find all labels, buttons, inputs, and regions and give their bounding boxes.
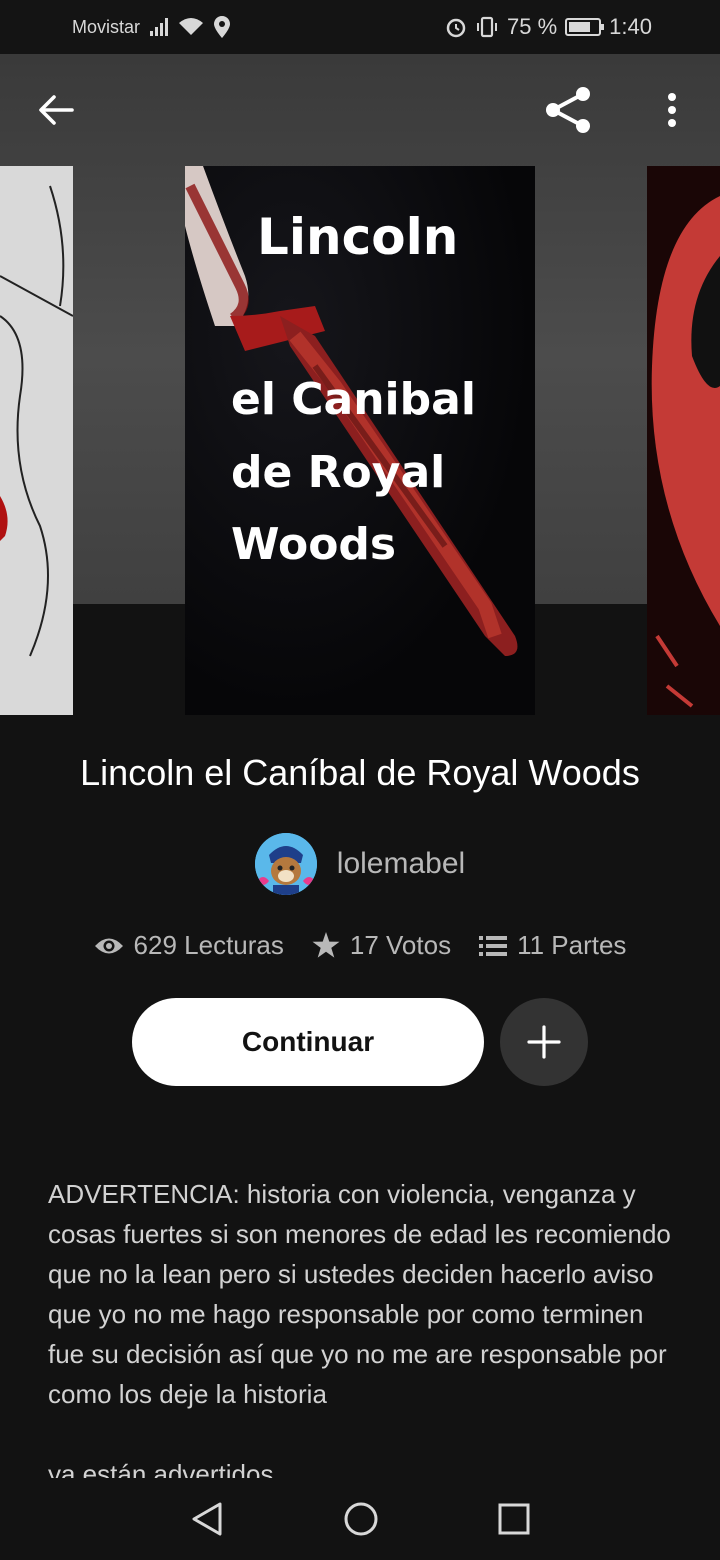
- cover-previous[interactable]: [0, 166, 73, 715]
- plus-icon: [527, 1025, 561, 1059]
- cover-title-line3: de Royal: [231, 446, 446, 498]
- reads-count: 629 Lecturas: [133, 930, 284, 960]
- description-paragraph: ADVERTENCIA: historia con violencia, ven…: [48, 1179, 671, 1409]
- book-description: ADVERTENCIA: historia con violencia, ven…: [48, 1174, 678, 1478]
- signal-icon: [150, 18, 169, 36]
- votes-stat: 17 Votos: [312, 930, 451, 961]
- clock: 1:40: [609, 14, 652, 39]
- continue-reading-button[interactable]: Continuar: [132, 998, 484, 1086]
- cover-title-line4: Woods: [231, 519, 397, 571]
- system-nav-bar: [0, 1478, 720, 1560]
- book-title: Lincoln el Caníbal de Royal Woods: [80, 752, 640, 793]
- vibrate-icon: [477, 16, 498, 38]
- cover-next-art: [647, 166, 720, 715]
- votes-count: 17 Votos: [349, 930, 452, 960]
- star-icon: [312, 932, 340, 958]
- description-paragraph: ya están advertidos: [48, 1459, 274, 1478]
- nav-back-icon[interactable]: [190, 1501, 224, 1537]
- share-button[interactable]: [540, 82, 596, 138]
- author-avatar[interactable]: [254, 833, 317, 895]
- alarm-icon: [446, 18, 466, 38]
- book-cover[interactable]: Lincoln el Canibal de Royal Woods: [185, 166, 535, 715]
- location-icon: [214, 16, 231, 38]
- back-button[interactable]: [30, 86, 82, 134]
- nav-home-icon[interactable]: [343, 1501, 379, 1537]
- add-to-library-button[interactable]: [500, 998, 588, 1086]
- more-vert-icon: [668, 93, 676, 127]
- eye-icon: [94, 938, 123, 953]
- battery-icon: [565, 18, 605, 36]
- wifi-icon: [179, 18, 204, 35]
- nav-recents-icon[interactable]: [498, 1503, 530, 1535]
- reads-stat: 629 Lecturas: [94, 930, 284, 961]
- cover-title-line1: Lincoln: [257, 208, 459, 266]
- avatar-image: [254, 833, 317, 895]
- author-name[interactable]: lolemabel: [337, 847, 465, 881]
- more-options-button[interactable]: [656, 88, 688, 132]
- cover-previous-art: [0, 166, 73, 715]
- stats-row: 629 Lecturas 17 Votos 11 Partes: [0, 930, 720, 961]
- carrier-name: Movistar: [72, 16, 141, 37]
- parts-stat: 11 Partes: [479, 930, 626, 961]
- list-icon: [479, 935, 508, 956]
- cover-title-line2: el Canibal: [231, 374, 476, 425]
- share-icon: [546, 87, 590, 133]
- status-left: Movistar: [72, 16, 231, 38]
- status-bar: Movistar 75 % 1:40: [0, 0, 720, 54]
- cover-next[interactable]: [647, 166, 720, 715]
- battery-percent: 75 %: [507, 14, 558, 39]
- status-right: 75 % 1:40: [445, 14, 652, 40]
- cover-title-rest: el Canibal de Royal Woods: [185, 364, 535, 582]
- back-arrow-icon: [39, 95, 74, 125]
- parts-count: 11 Partes: [517, 930, 627, 960]
- author-row[interactable]: lolemabel: [0, 833, 720, 895]
